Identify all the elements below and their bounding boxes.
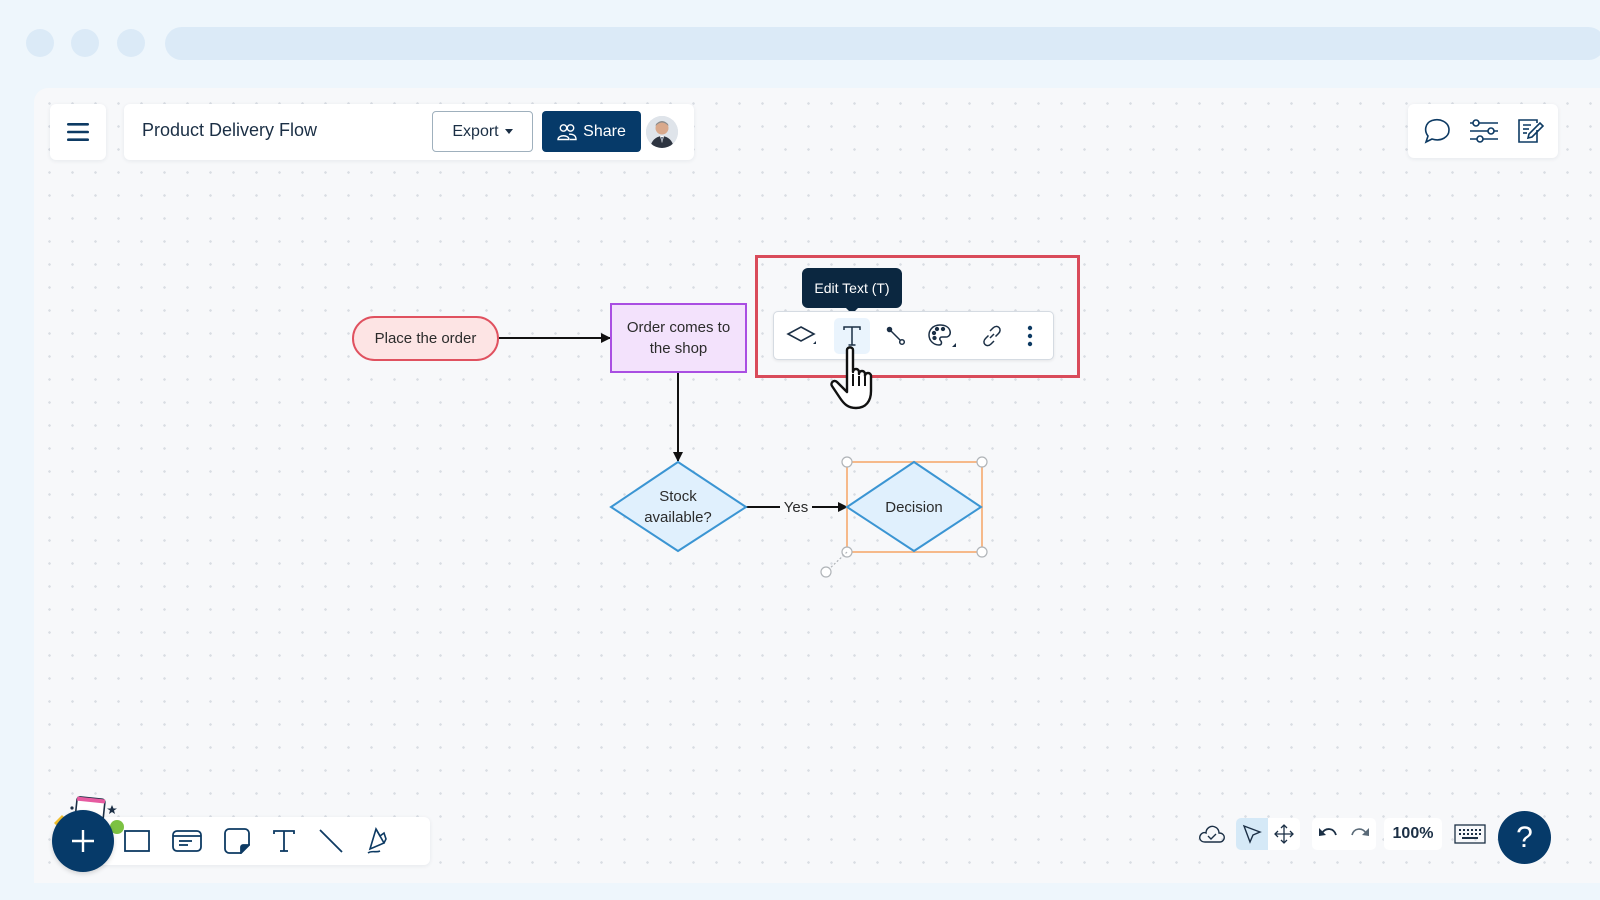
window-dot-2 — [71, 29, 99, 57]
node-label-line2: the shop — [649, 340, 708, 357]
more-vertical-icon — [1027, 325, 1033, 347]
palette-icon — [928, 324, 956, 347]
zoom-level-box[interactable]: 100% — [1384, 818, 1442, 850]
add-button[interactable] — [52, 810, 114, 872]
hand-cursor-icon — [830, 346, 873, 410]
terminator-node[interactable]: Place the order — [352, 316, 499, 361]
rectangle-icon[interactable] — [124, 830, 150, 852]
resize-handle-br[interactable] — [976, 546, 988, 558]
rotate-handle[interactable] — [820, 566, 832, 578]
pointer-icon — [1242, 824, 1262, 844]
diagram-edges — [499, 333, 988, 578]
keyboard-icon — [1454, 824, 1486, 844]
window-dot-3 — [117, 29, 145, 57]
whiteboard-canvas[interactable]: Product Delivery Flow Export Share Place… — [34, 88, 1600, 883]
cloud-check-icon — [1199, 825, 1225, 843]
context-toolbar — [773, 311, 1054, 360]
zoom-level: 100% — [1392, 825, 1434, 842]
card-icon[interactable] — [172, 830, 202, 852]
text-tool-icon[interactable] — [272, 829, 296, 853]
link-button[interactable] — [974, 318, 1010, 354]
keyboard-shortcuts-button[interactable] — [1454, 824, 1486, 844]
shape-toolbar — [96, 817, 430, 865]
node-label-line2: available? — [644, 509, 712, 526]
text-icon — [843, 326, 861, 346]
window-dot-1 — [26, 29, 54, 57]
pointer-mode-group — [1236, 818, 1300, 850]
help-button[interactable]: ? — [1498, 811, 1551, 864]
pen-icon[interactable] — [366, 827, 392, 855]
undo-icon[interactable] — [1317, 825, 1339, 843]
line-icon[interactable] — [318, 828, 344, 854]
history-group — [1312, 818, 1376, 850]
colors-button[interactable] — [924, 318, 960, 354]
shape-icon — [786, 326, 816, 344]
node-label-line1: Order comes to — [626, 319, 731, 336]
sticky-note-icon[interactable] — [224, 828, 250, 854]
redo-icon[interactable] — [1349, 825, 1371, 843]
address-bar[interactable] — [165, 27, 1600, 60]
decision-node-label: Decision — [885, 499, 943, 516]
stock-node-label: Stock available? — [628, 486, 728, 528]
move-icon — [1274, 824, 1294, 844]
more-options-button[interactable] — [1012, 318, 1048, 354]
process-node[interactable]: Order comes to the shop — [610, 303, 747, 373]
node-label: Place the order — [374, 330, 477, 347]
edge-label-yes[interactable]: Yes — [780, 497, 812, 518]
link-icon — [983, 325, 1001, 347]
tooltip: Edit Text (T) — [802, 268, 902, 314]
pan-tool-button[interactable] — [1268, 818, 1300, 850]
change-shape-button[interactable] — [784, 318, 820, 354]
node-label-line1: Stock — [659, 488, 697, 505]
cloud-save-status[interactable] — [1198, 824, 1226, 844]
select-tool-button[interactable] — [1236, 818, 1268, 850]
connector-icon — [886, 326, 906, 346]
resize-handle-tl[interactable] — [841, 456, 853, 468]
resize-handle-tr[interactable] — [976, 456, 988, 468]
plus-icon — [72, 830, 94, 852]
